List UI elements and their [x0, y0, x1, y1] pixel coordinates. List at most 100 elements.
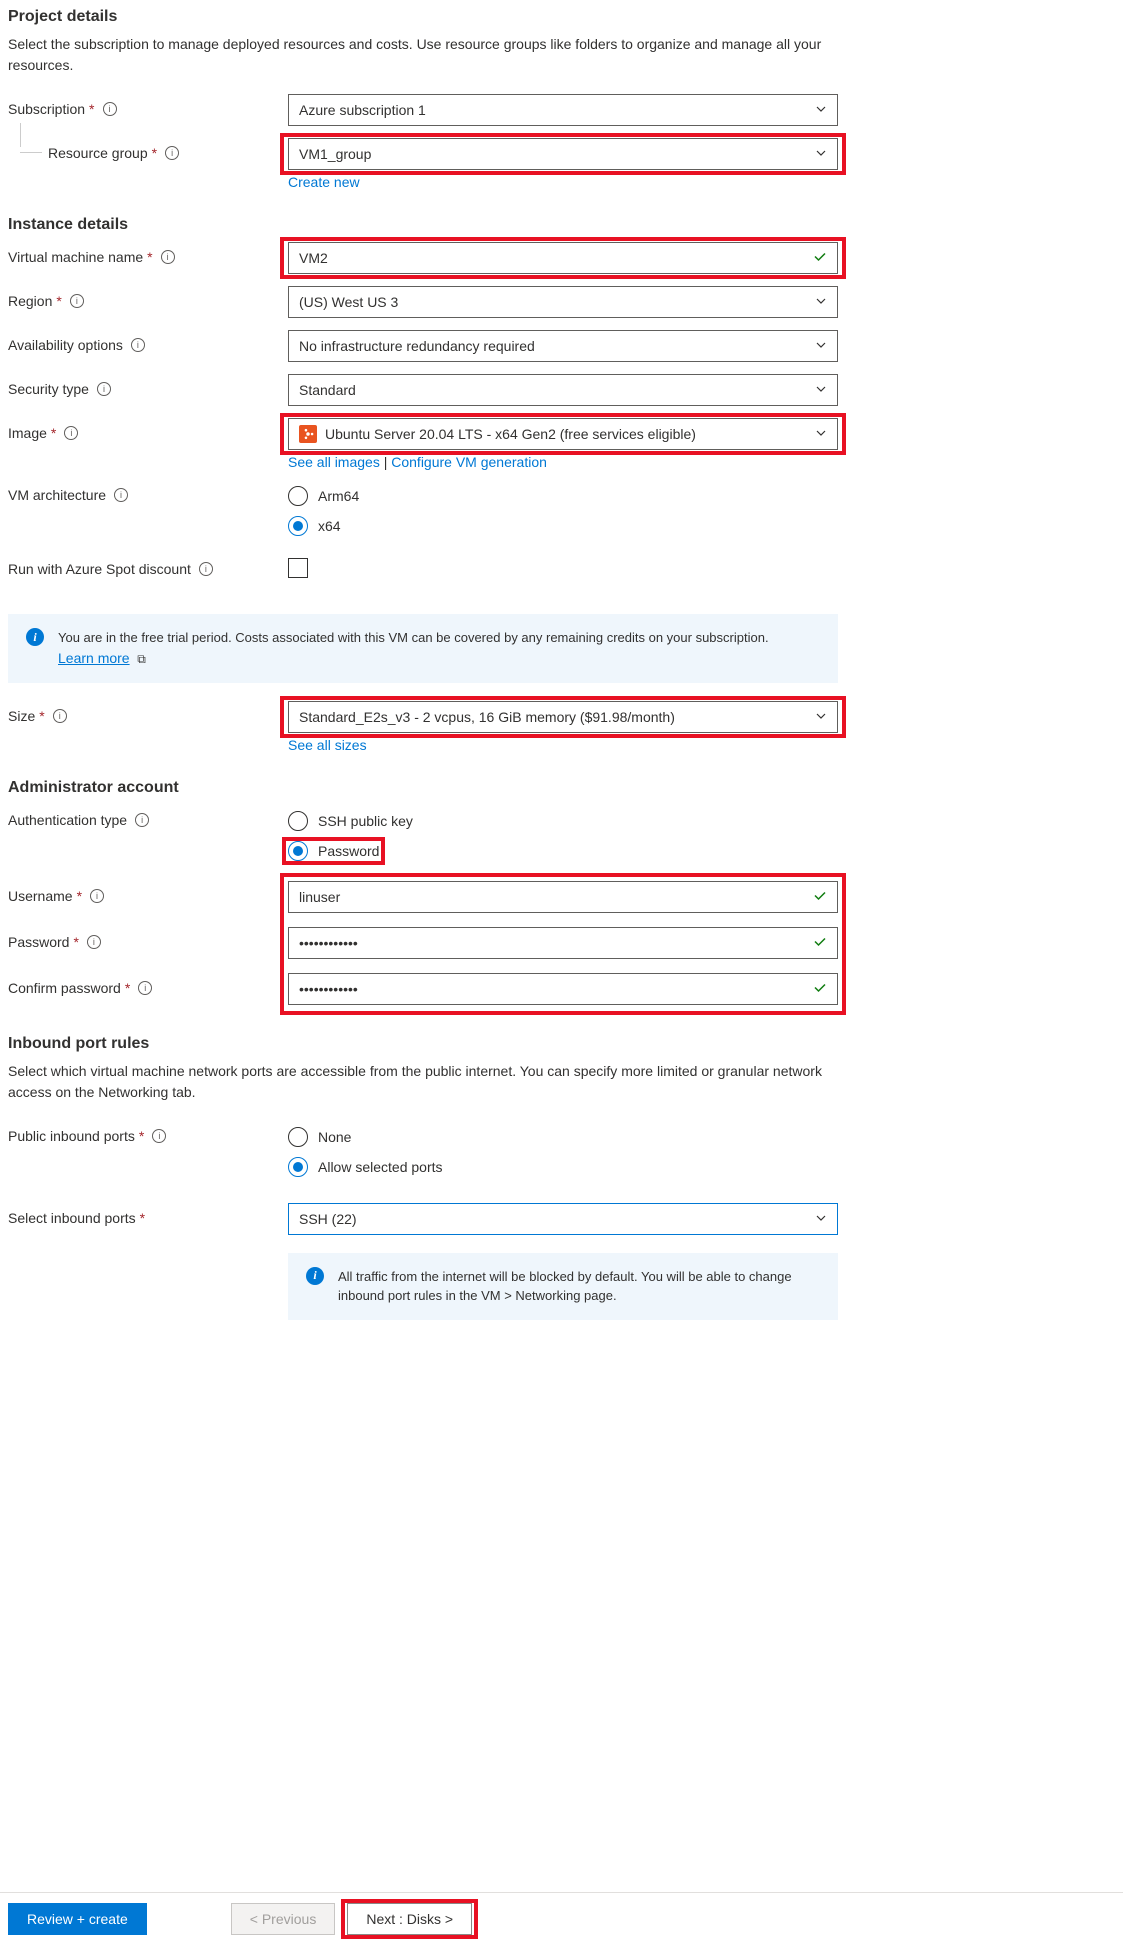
radio-icon — [288, 486, 308, 506]
security-type-select[interactable]: Standard — [288, 374, 838, 406]
free-trial-text: You are in the free trial period. Costs … — [58, 630, 769, 645]
public-ports-allow-radio[interactable]: Allow selected ports — [288, 1155, 838, 1179]
confirm-password-label: Confirm password — [8, 980, 121, 996]
resource-group-select[interactable]: VM1_group — [288, 138, 838, 170]
review-create-button[interactable]: Review + create — [8, 1903, 147, 1935]
info-icon: i — [306, 1267, 324, 1285]
username-input[interactable]: linuser — [288, 881, 838, 913]
required-mark: * — [73, 934, 78, 950]
info-icon: i — [26, 628, 44, 646]
resource-group-value: VM1_group — [299, 146, 371, 162]
wizard-footer: Review + create < Previous Next : Disks … — [0, 1892, 1123, 1945]
region-select[interactable]: (US) West US 3 — [288, 286, 838, 318]
auth-password-radio[interactable]: Password — [288, 841, 379, 861]
project-details-heading: Project details — [8, 8, 1115, 26]
radio-icon — [288, 841, 308, 861]
image-select[interactable]: Ubuntu Server 20.04 LTS - x64 Gen2 (free… — [288, 418, 838, 450]
required-mark: * — [77, 888, 82, 904]
subscription-select[interactable]: Azure subscription 1 — [288, 94, 838, 126]
chevron-down-icon — [815, 146, 827, 162]
availability-select[interactable]: No infrastructure redundancy required — [288, 330, 838, 362]
radio-icon — [288, 811, 308, 831]
check-icon — [813, 250, 827, 267]
info-icon[interactable]: i — [103, 102, 117, 116]
chevron-down-icon — [815, 709, 827, 725]
region-label: Region — [8, 293, 52, 309]
see-all-sizes-link[interactable]: See all sizes — [288, 737, 367, 753]
vm-arch-x64-radio[interactable]: x64 — [288, 514, 838, 538]
required-mark: * — [51, 425, 56, 441]
spot-discount-label: Run with Azure Spot discount — [8, 561, 191, 577]
chevron-down-icon — [815, 382, 827, 398]
required-mark: * — [39, 708, 44, 724]
info-icon[interactable]: i — [165, 146, 179, 160]
size-value: Standard_E2s_v3 - 2 vcpus, 16 GiB memory… — [299, 709, 675, 725]
auth-ssh-label: SSH public key — [318, 813, 413, 829]
learn-more-link[interactable]: Learn more — [58, 650, 130, 666]
vm-name-input[interactable]: VM2 — [288, 242, 838, 274]
radio-icon — [288, 1127, 308, 1147]
password-input[interactable]: •••••••••••• — [288, 927, 838, 959]
password-value: •••••••••••• — [299, 935, 358, 951]
configure-vm-gen-link[interactable]: Configure VM generation — [391, 454, 547, 470]
check-icon — [813, 888, 827, 905]
admin-account-heading: Administrator account — [8, 779, 1115, 797]
info-icon[interactable]: i — [114, 488, 128, 502]
radio-icon — [288, 1157, 308, 1177]
required-mark: * — [125, 980, 130, 996]
info-icon[interactable]: i — [53, 709, 67, 723]
auth-password-label: Password — [318, 843, 379, 859]
vm-arch-label: VM architecture — [8, 487, 106, 503]
info-icon[interactable]: i — [97, 382, 111, 396]
info-icon[interactable]: i — [90, 889, 104, 903]
project-details-description: Select the subscription to manage deploy… — [8, 34, 838, 76]
next-disks-button[interactable]: Next : Disks > — [347, 1903, 472, 1935]
required-mark: * — [56, 293, 61, 309]
required-mark: * — [89, 101, 94, 117]
info-icon[interactable]: i — [161, 250, 175, 264]
ports-info-banner: i All traffic from the internet will be … — [288, 1253, 838, 1320]
subscription-value: Azure subscription 1 — [299, 102, 426, 118]
public-ports-label: Public inbound ports — [8, 1128, 135, 1144]
radio-icon — [288, 516, 308, 536]
external-link-icon: ⧉ — [137, 652, 146, 666]
subscription-label: Subscription — [8, 101, 85, 117]
auth-type-label: Authentication type — [8, 812, 127, 828]
spot-discount-checkbox[interactable] — [288, 558, 308, 578]
username-value: linuser — [299, 889, 340, 905]
chevron-down-icon — [815, 1211, 827, 1227]
info-icon[interactable]: i — [135, 813, 149, 827]
size-select[interactable]: Standard_E2s_v3 - 2 vcpus, 16 GiB memory… — [288, 701, 838, 733]
confirm-password-input[interactable]: •••••••••••• — [288, 973, 838, 1005]
ports-info-text: All traffic from the internet will be bl… — [338, 1267, 820, 1306]
auth-ssh-radio[interactable]: SSH public key — [288, 809, 838, 833]
info-icon[interactable]: i — [87, 935, 101, 949]
inbound-rules-heading: Inbound port rules — [8, 1035, 1115, 1053]
required-mark: * — [152, 145, 157, 161]
info-icon[interactable]: i — [131, 338, 145, 352]
chevron-down-icon — [815, 294, 827, 310]
size-label: Size — [8, 708, 35, 724]
info-icon[interactable]: i — [199, 562, 213, 576]
see-all-images-link[interactable]: See all images — [288, 454, 380, 470]
vm-arch-arm64-radio[interactable]: Arm64 — [288, 484, 838, 508]
select-ports-label: Select inbound ports — [8, 1210, 136, 1226]
create-new-link[interactable]: Create new — [288, 174, 360, 190]
info-icon[interactable]: i — [64, 426, 78, 440]
info-icon[interactable]: i — [138, 981, 152, 995]
required-mark: * — [140, 1210, 145, 1226]
vm-name-label: Virtual machine name — [8, 249, 143, 265]
region-value: (US) West US 3 — [299, 294, 398, 310]
info-icon[interactable]: i — [70, 294, 84, 308]
username-label: Username — [8, 888, 73, 904]
select-ports-select[interactable]: SSH (22) — [288, 1203, 838, 1235]
availability-value: No infrastructure redundancy required — [299, 338, 535, 354]
info-icon[interactable]: i — [152, 1129, 166, 1143]
public-ports-none-radio[interactable]: None — [288, 1125, 838, 1149]
select-ports-value: SSH (22) — [299, 1211, 357, 1227]
password-label: Password — [8, 934, 69, 950]
security-type-value: Standard — [299, 382, 356, 398]
chevron-down-icon — [815, 426, 827, 442]
chevron-down-icon — [815, 338, 827, 354]
resource-group-label: Resource group — [48, 145, 148, 161]
